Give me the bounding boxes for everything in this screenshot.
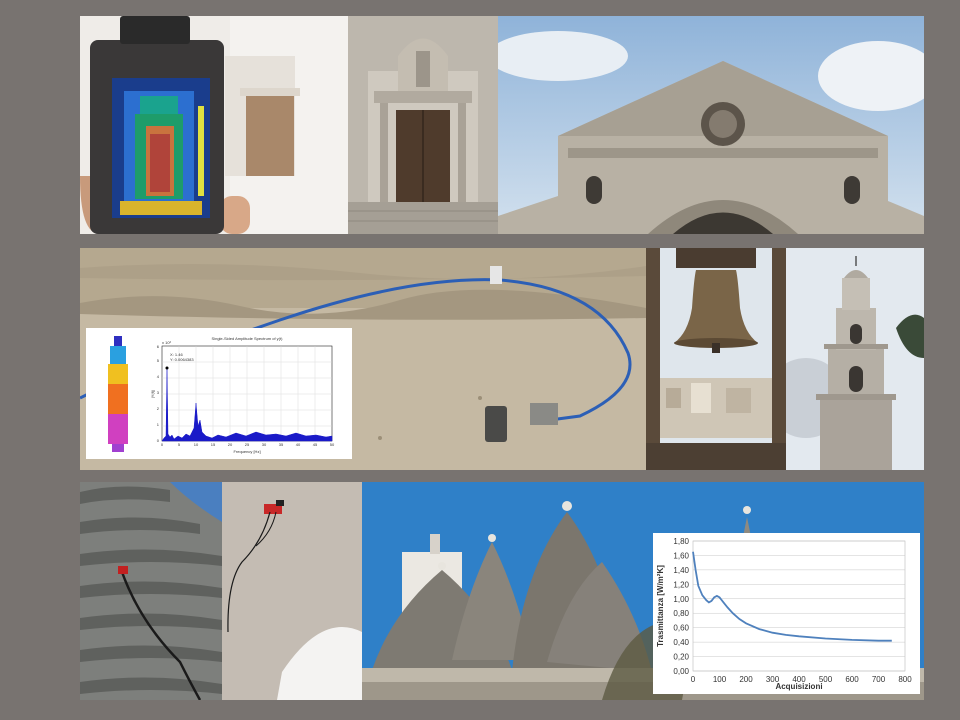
spectrum-y-tick: 0 <box>157 438 160 443</box>
spectrum-x-tick: 35 <box>279 442 284 447</box>
x-tick-label: 600 <box>845 675 859 684</box>
photo-cathedral-facade <box>498 16 924 234</box>
photo-interior-sensor <box>222 482 362 700</box>
spectrum-y-tick: 2 <box>157 406 160 411</box>
spectrum-y-tick: 4 <box>157 374 160 379</box>
spectrum-y-tick: 3 <box>157 390 160 395</box>
spectrum-y-tick: 5 <box>157 358 160 363</box>
x-tick-label: 100 <box>713 675 727 684</box>
y-tick-label: 1,80 <box>673 537 689 546</box>
y-tick-label: 1,60 <box>673 551 689 560</box>
spectrum-x-tick: 10 <box>194 442 199 447</box>
y-tick-label: 0,20 <box>673 653 689 662</box>
transmittance-chart: 0,00 0,20 0,40 0,60 0,80 1,00 1,20 1,40 1,60 1,80… <box>656 537 912 691</box>
photo-bell <box>646 248 786 470</box>
spectrum-x-ticks: 0 5 10 15 20 25 30 35 40 45 50 <box>161 442 335 447</box>
y-tick-label: 0,00 <box>673 667 689 676</box>
photo-church-portal <box>348 16 498 234</box>
tower-model-shape <box>108 336 128 452</box>
spectrum-x-tick: 15 <box>211 442 216 447</box>
photo-bell-tower <box>786 248 924 470</box>
photo-thermal-camera <box>80 16 348 234</box>
spectrum-y-tick: 6 <box>157 344 160 349</box>
transmittance-chart-card: 0,00 0,20 0,40 0,60 0,80 1,00 1,20 1,40 1,60 1,80… <box>653 533 920 694</box>
spectrum-x-tick: 30 <box>262 442 267 447</box>
spectrum-y-tick: 1 <box>157 422 160 427</box>
transmittance-x-label: Acquisizioni <box>775 682 822 691</box>
spectrum-x-tick: 25 <box>245 442 250 447</box>
y-tick-label: 1,40 <box>673 566 689 575</box>
transmittance-y-label: Trasmittanza [W/m²K] <box>656 565 665 647</box>
x-tick-label: 200 <box>739 675 753 684</box>
spectrum-x-label: Frequency [Hz] <box>233 449 260 454</box>
spectrum-y-ticks: 0 1 2 3 4 5 6 <box>157 344 160 443</box>
spectrum-x-tick: 20 <box>228 442 233 447</box>
photo-trullo-stone-roof <box>80 482 222 700</box>
y-tick-label: 1,00 <box>673 595 689 604</box>
spectrum-x-tick: 40 <box>296 442 301 447</box>
spectrum-exponent: x 10³ <box>162 340 172 345</box>
spectrum-x-tick: 5 <box>178 442 181 447</box>
y-tick-label: 0,40 <box>673 638 689 647</box>
x-tick-label: 0 <box>691 675 696 684</box>
spectrum-marker-y: Y: 0.0064383 <box>170 357 194 362</box>
y-tick-label: 1,20 <box>673 580 689 589</box>
spectrum-y-label: |Y(f)| <box>150 390 155 399</box>
transmittance-plot-area <box>692 540 906 672</box>
spectrum-x-tick: 50 <box>330 442 335 447</box>
spectrum-x-tick: 45 <box>313 442 318 447</box>
x-tick-label: 800 <box>898 675 912 684</box>
spectrum-peak-marker <box>165 366 169 370</box>
x-tick-label: 700 <box>872 675 886 684</box>
y-tick-label: 0,80 <box>673 609 689 618</box>
spectrum-chart-card: Single-Sided Amplitude Spectrum of y(t) … <box>86 328 352 459</box>
spectrum-x-tick: 0 <box>161 442 164 447</box>
y-tick-label: 0,60 <box>673 624 689 633</box>
spectrum-title: Single-Sided Amplitude Spectrum of y(t) <box>212 336 284 341</box>
